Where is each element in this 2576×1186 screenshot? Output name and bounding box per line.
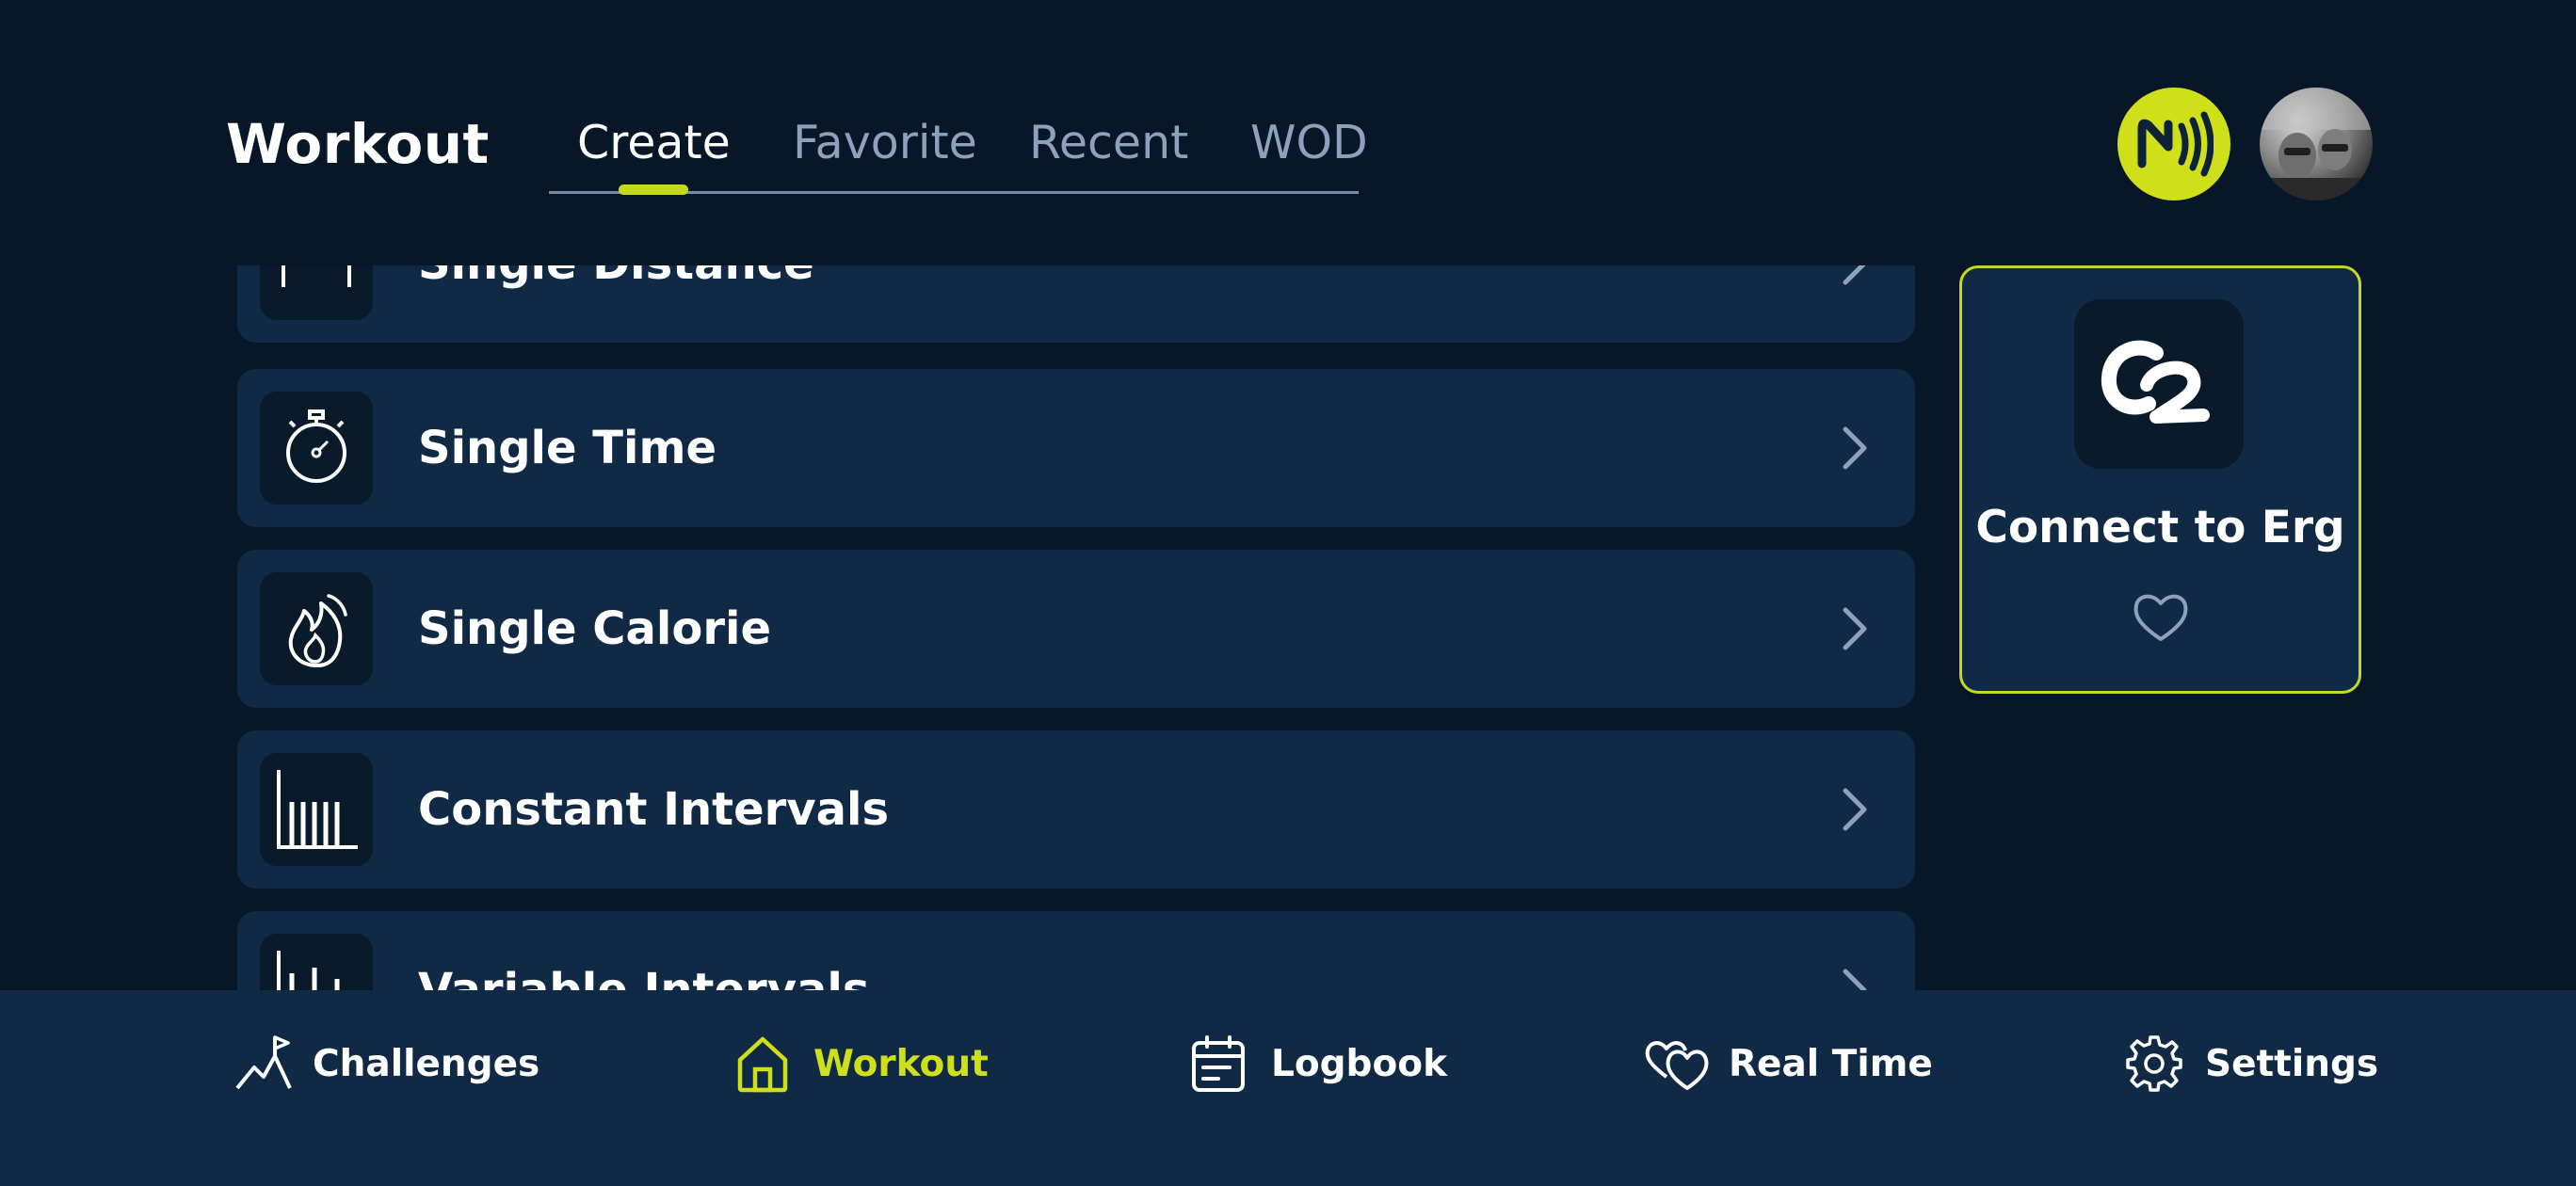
nav-settings[interactable]: Settings: [2124, 1034, 2378, 1096]
constant-bars-icon: [277, 770, 358, 849]
list-item-single-distance[interactable]: Single Distance: [237, 265, 1915, 343]
list-item-label: Constant Intervals: [418, 783, 890, 836]
workout-screen: Workout Create Favorite Recent WOD Singl…: [0, 0, 2576, 1186]
gear-icon: [2126, 1035, 2182, 1092]
list-item-label: Single Time: [418, 422, 717, 474]
nav-label: Challenges: [313, 1043, 540, 1085]
page-title: Workout: [226, 112, 490, 176]
workout-tabs: Create Favorite Recent WOD: [549, 105, 1368, 195]
distance-arrow-icon: [282, 265, 351, 287]
flame-icon: [288, 594, 347, 667]
calendar-icon: [1192, 1035, 1245, 1092]
tab-active-indicator: [619, 184, 688, 195]
nav-real-time[interactable]: Real Time: [1644, 1034, 1933, 1096]
connect-to-erg-card[interactable]: Connect to Erg: [1959, 265, 2361, 694]
stopwatch-icon: [286, 409, 346, 483]
nav-logbook[interactable]: Logbook: [1190, 1034, 1447, 1096]
variable-bars-icon: [277, 951, 340, 990]
heart-icon[interactable]: [2131, 588, 2191, 645]
tab-create[interactable]: Create: [577, 115, 731, 171]
nfc-button[interactable]: [2117, 88, 2230, 200]
list-item-label: Single Calorie: [418, 602, 771, 655]
chevron-right-icon: [1843, 788, 1867, 831]
tab-wod[interactable]: WOD: [1250, 115, 1368, 171]
tab-favorite[interactable]: Favorite: [793, 115, 977, 171]
list-item-variable-intervals[interactable]: Variable Intervals: [237, 911, 1915, 990]
avatar-photo: [2260, 88, 2373, 200]
avatar[interactable]: [2260, 88, 2373, 200]
nav-label: Logbook: [1271, 1043, 1448, 1085]
c2-logo: [2074, 299, 2244, 469]
nav-label: Settings: [2205, 1043, 2379, 1085]
nav-label: Real Time: [1729, 1043, 1933, 1085]
workout-type-list[interactable]: Single Distance Single Time: [237, 265, 1915, 990]
chevron-right-icon: [1843, 426, 1867, 470]
nfc-icon: [2137, 111, 2214, 177]
list-item-constant-intervals[interactable]: Constant Intervals: [237, 730, 1915, 889]
chevron-right-icon: [1843, 265, 1866, 285]
home-icon: [737, 1036, 788, 1093]
chevron-right-icon: [1843, 969, 1867, 990]
nav-label: Workout: [813, 1043, 989, 1085]
tab-recent[interactable]: Recent: [1029, 115, 1188, 171]
nav-challenges[interactable]: Challenges: [233, 1034, 539, 1096]
list-item-single-calorie[interactable]: Single Calorie: [237, 550, 1915, 708]
list-item-label: Single Distance: [418, 265, 814, 292]
connect-to-erg-label: Connect to Erg: [1975, 502, 2345, 553]
hearts-icon: [1645, 1041, 1709, 1090]
bottom-navigation: Challenges Workout Logbook Real Time Set…: [0, 990, 2576, 1186]
flag-mountain-icon: [235, 1035, 292, 1090]
nav-workout[interactable]: Workout: [734, 1034, 989, 1096]
chevron-right-icon: [1843, 607, 1867, 650]
list-item-label: Variable Intervals: [418, 964, 870, 990]
list-item-single-time[interactable]: Single Time: [237, 369, 1915, 527]
